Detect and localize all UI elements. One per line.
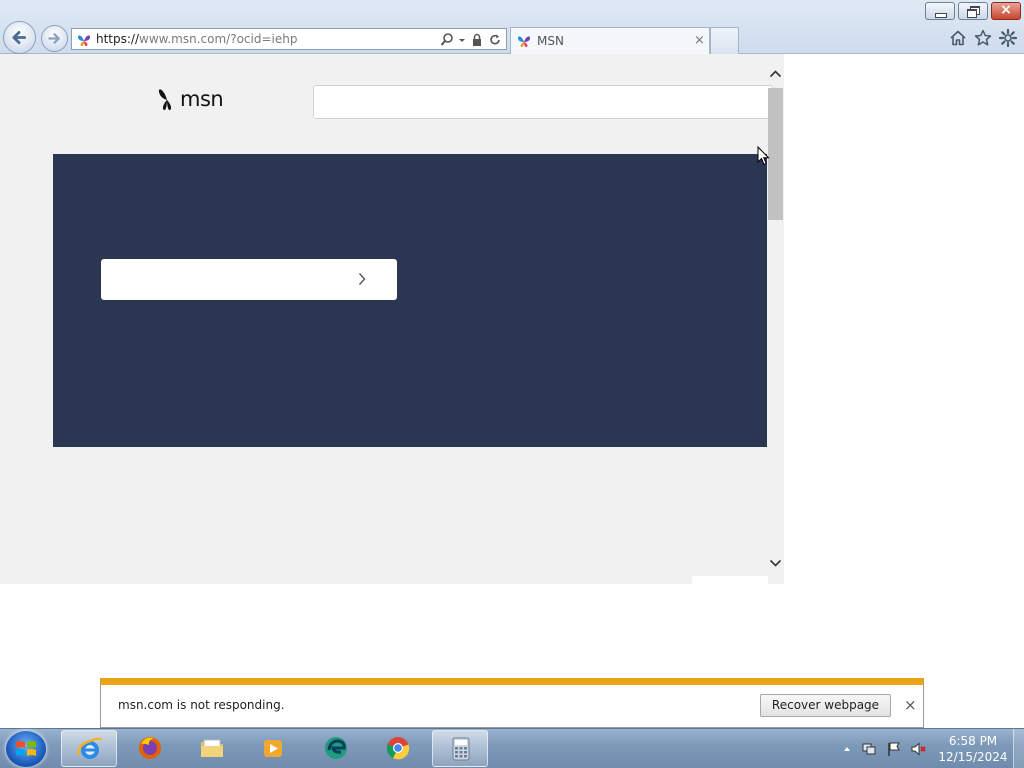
page-viewport: msn — [0, 54, 784, 584]
home-icon[interactable] — [948, 28, 968, 48]
msn-butterfly-icon — [78, 35, 90, 46]
scroll-down-arrow-icon[interactable] — [767, 555, 784, 571]
url-path: /?ocid=iehp — [226, 32, 298, 46]
taskbar-calculator[interactable] — [432, 730, 488, 767]
mouse-cursor-icon — [757, 146, 770, 166]
chrome-icon — [386, 737, 410, 760]
show-desktop-button[interactable] — [1013, 729, 1024, 768]
taskbar: 6:58 PM 12/15/2024 — [0, 728, 1024, 768]
msn-butterfly-logo-icon — [158, 89, 172, 111]
calculator-icon — [452, 737, 470, 761]
system-tray — [842, 738, 927, 760]
forward-button[interactable] — [41, 25, 68, 52]
lock-icon[interactable] — [470, 32, 484, 48]
favorites-star-icon[interactable] — [973, 28, 993, 48]
taskbar-media-player[interactable] — [245, 730, 301, 767]
notification-close-icon[interactable]: × — [904, 696, 917, 714]
network-icon[interactable] — [861, 741, 877, 757]
tab-close-icon[interactable]: × — [694, 33, 705, 48]
hero-cta-button[interactable] — [101, 259, 397, 300]
msn-logo[interactable]: msn — [157, 85, 224, 113]
edge-icon — [325, 737, 347, 759]
internet-explorer-icon — [77, 737, 103, 759]
tab-title: MSN — [537, 34, 564, 48]
firefox-icon — [139, 737, 161, 759]
taskbar-windows-explorer[interactable] — [184, 730, 240, 767]
dropdown-arrow-icon[interactable] — [458, 32, 466, 48]
recover-webpage-button[interactable]: Recover webpage — [760, 694, 891, 717]
not-responding-notification: msn.com is not responding. Recover webpa… — [100, 678, 924, 728]
volume-muted-icon[interactable] — [911, 741, 927, 757]
url-scheme: https:// — [96, 32, 140, 46]
clock-date: 12/15/2024 — [938, 750, 1008, 764]
msn-logo-text: msn — [180, 87, 224, 111]
start-button[interactable] — [6, 731, 46, 767]
minimize-button[interactable] — [925, 2, 955, 20]
msn-butterfly-icon — [518, 36, 530, 47]
url-host: www.msn.com — [139, 32, 227, 46]
refresh-icon[interactable] — [488, 32, 502, 48]
close-window-button[interactable]: × — [991, 2, 1021, 20]
close-icon: × — [1000, 2, 1012, 18]
search-input[interactable] — [313, 85, 773, 119]
notification-message: msn.com is not responding. — [118, 698, 285, 712]
tray-expand-arrow-icon[interactable] — [842, 741, 852, 757]
scroll-up-arrow-icon[interactable] — [767, 66, 784, 82]
taskbar-edge[interactable] — [308, 730, 364, 767]
restore-button[interactable] — [958, 2, 988, 20]
back-button[interactable] — [3, 21, 36, 54]
media-player-icon — [264, 740, 282, 757]
taskbar-internet-explorer[interactable] — [61, 730, 117, 767]
action-center-flag-icon[interactable] — [886, 741, 902, 757]
browser-chrome: × https://www.msn.com/?ocid=iehp MSN × — [0, 0, 1024, 54]
address-url[interactable]: https://www.msn.com/?ocid=iehp — [96, 32, 297, 46]
tools-gear-icon[interactable] — [998, 28, 1018, 48]
hero-banner — [53, 154, 767, 447]
address-bar[interactable]: https://www.msn.com/?ocid=iehp — [71, 28, 507, 50]
search-icon[interactable] — [440, 32, 454, 48]
tab-msn[interactable]: MSN × — [510, 27, 710, 54]
forward-arrow-icon — [48, 33, 60, 44]
back-arrow-icon — [12, 30, 27, 45]
system-clock[interactable]: 6:58 PM 12/15/2024 — [938, 733, 1008, 765]
taskbar-firefox[interactable] — [122, 730, 178, 767]
clock-time: 6:58 PM — [948, 734, 998, 748]
taskbar-chrome[interactable] — [370, 730, 426, 767]
folder-icon — [201, 739, 223, 757]
new-tab-button[interactable] — [710, 27, 739, 54]
chevron-right-icon — [358, 273, 366, 285]
windows-logo-icon — [16, 741, 36, 756]
content-edge — [692, 576, 768, 584]
